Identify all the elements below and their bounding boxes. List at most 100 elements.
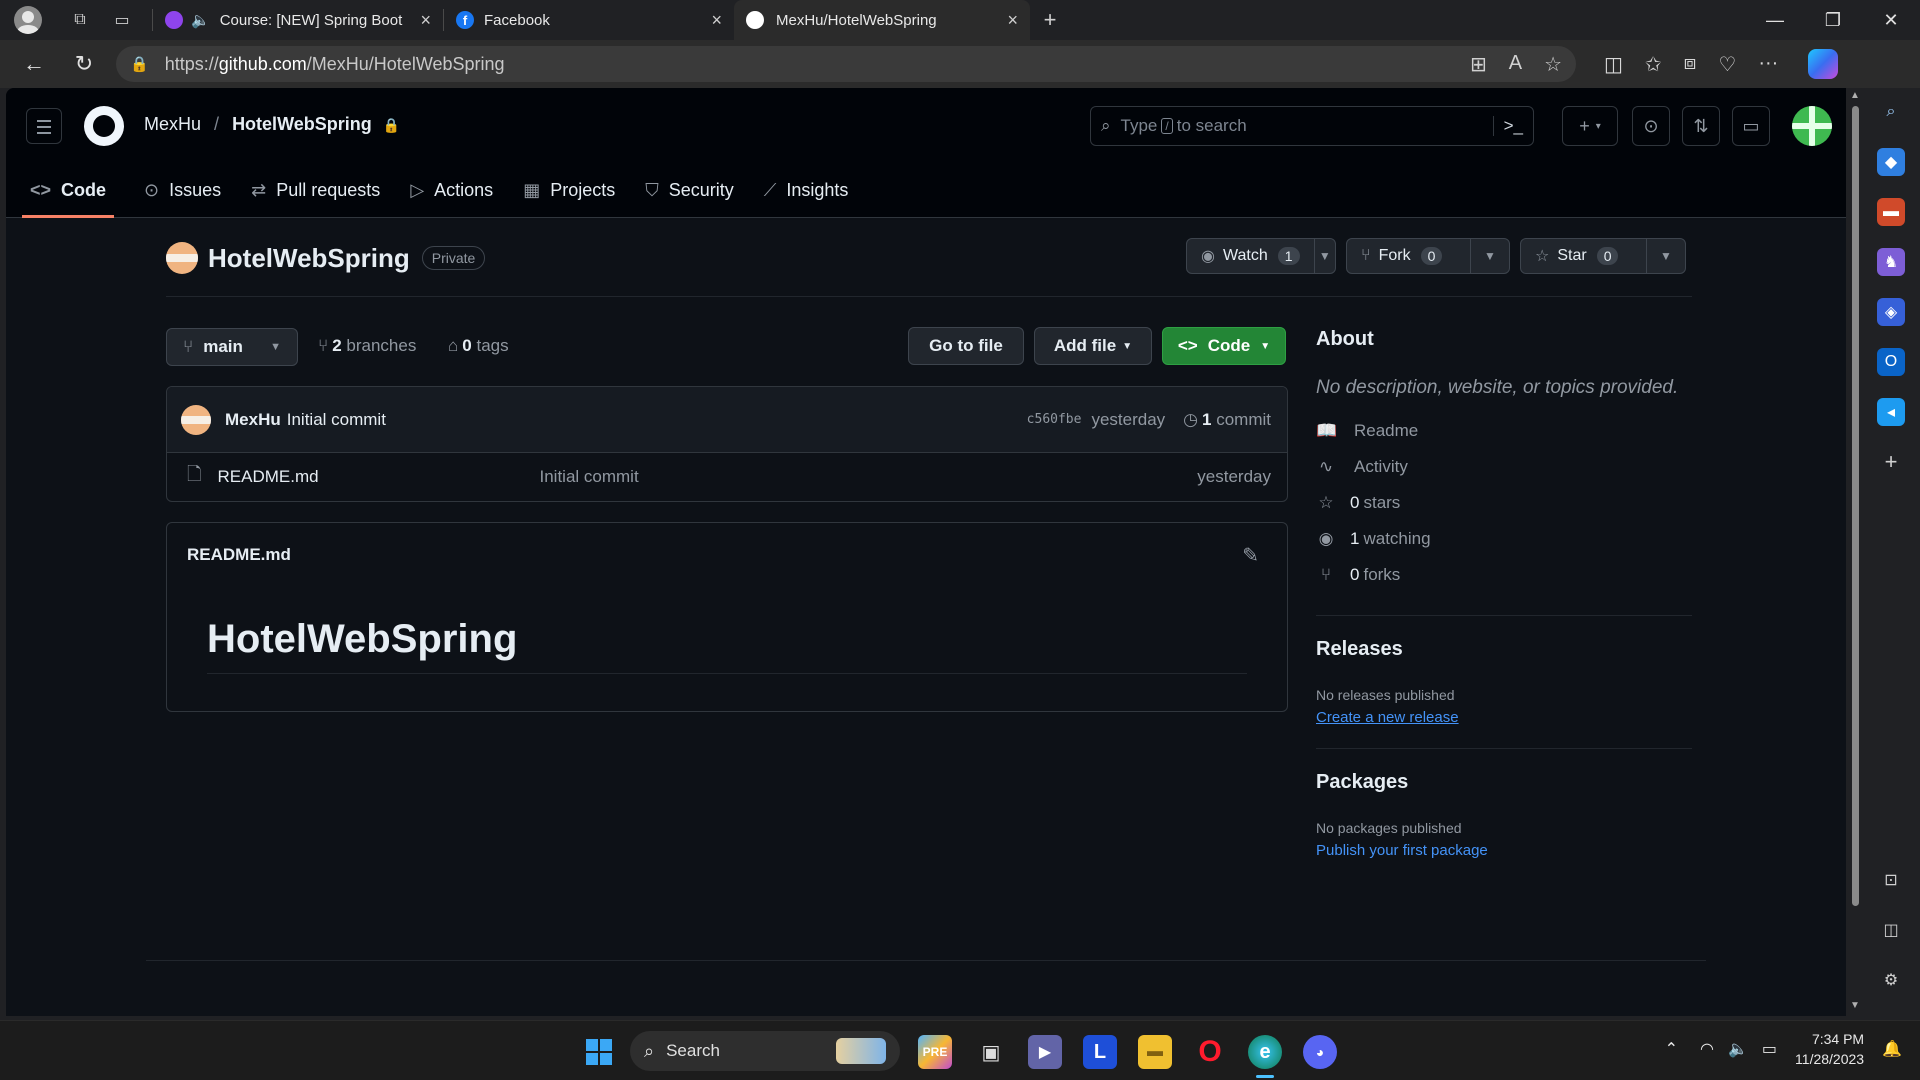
command-palette-icon[interactable]: >_ <box>1492 116 1523 136</box>
settings-icon[interactable]: ⚙ <box>1877 966 1905 994</box>
code-button[interactable]: <> Code ▼ <box>1162 327 1286 365</box>
screenshot-icon[interactable]: ⊡ <box>1877 866 1905 894</box>
drop-icon[interactable]: ◂ <box>1877 398 1905 426</box>
hamburger-menu-icon[interactable] <box>26 108 62 144</box>
volume-icon[interactable]: 🔈 <box>1728 1039 1748 1059</box>
favorites-icon[interactable]: ✩ <box>1645 52 1662 77</box>
author-avatar[interactable] <box>181 404 211 435</box>
read-aloud-icon[interactable]: A <box>1509 52 1522 77</box>
refresh-icon[interactable]: ↻ <box>64 44 104 84</box>
create-release-link[interactable]: Create a new release <box>1316 709 1692 726</box>
tab-code[interactable]: <> Code <box>22 174 115 218</box>
battery-icon[interactable]: ▭ <box>1762 1039 1777 1059</box>
split-screen-icon[interactable]: ◫ <box>1604 52 1623 77</box>
outlook-icon[interactable]: O <box>1877 348 1905 376</box>
copilot-icon[interactable] <box>1808 49 1839 79</box>
add-file-button[interactable]: Add file ▼ <box>1034 327 1152 365</box>
tab-pull-requests[interactable]: ⇄ Pull requests <box>251 174 380 218</box>
task-view-icon[interactable]: ▣ <box>974 1035 1008 1069</box>
github-logo-icon[interactable] <box>84 106 124 146</box>
close-tab-icon[interactable]: × <box>420 10 431 31</box>
branches-link[interactable]: ⑂ 2 branches <box>318 336 416 356</box>
more-menu-icon[interactable]: ··· <box>1758 52 1778 77</box>
inbox-icon[interactable]: ▭ <box>1732 106 1770 146</box>
file-commit-message[interactable]: Initial commit <box>539 467 638 487</box>
wifi-icon[interactable]: ◠ <box>1700 1039 1714 1059</box>
browser-tab-course[interactable]: 🔈 Course: [NEW] Spring Boot × <box>153 0 443 40</box>
chevron-down-icon[interactable]: ▼ <box>1471 249 1509 263</box>
pull-requests-icon[interactable]: ⇅ <box>1682 106 1720 146</box>
collections-icon[interactable]: ⧈ <box>1684 52 1697 77</box>
branch-selector[interactable]: ⑂ main ▼ <box>166 328 298 366</box>
fork-button[interactable]: ⑂ Fork 0 ▼ <box>1346 238 1510 274</box>
user-avatar[interactable] <box>1792 106 1832 146</box>
close-tab-icon[interactable]: × <box>1007 10 1018 31</box>
page-scrollbar[interactable]: ▲ ▼ <box>1848 88 1862 1016</box>
pencil-icon[interactable]: ✎ <box>1242 543 1259 568</box>
go-to-file-button[interactable]: Go to file <box>908 327 1024 365</box>
lock-icon[interactable]: 🔒 <box>130 55 149 73</box>
copilot-sidebar-icon[interactable]: ◈ <box>1877 298 1905 326</box>
packages-title[interactable]: Packages <box>1316 771 1692 794</box>
clock[interactable]: 7:34 PM 11/28/2023 <box>1795 1029 1864 1069</box>
commit-sha[interactable]: c560fbe <box>1027 412 1082 427</box>
issues-icon[interactable]: ⊙ <box>1632 106 1670 146</box>
scroll-up-icon[interactable]: ▲ <box>1850 90 1860 101</box>
discord-icon[interactable]: ◕ <box>1303 1035 1337 1069</box>
star-button[interactable]: ☆ Star 0 ▼ <box>1520 238 1686 274</box>
chevron-down-icon[interactable]: ▼ <box>1315 249 1335 263</box>
create-new-button[interactable]: + ▾ <box>1562 106 1618 146</box>
tab-actions[interactable]: ▷ Actions <box>410 174 493 218</box>
url-field[interactable]: 🔒 https://github.com/MexHu/HotelWebSprin… <box>116 46 1576 82</box>
chevron-up-icon[interactable]: ⌃ <box>1665 1039 1678 1059</box>
watching-link[interactable]: ◉ 1 watching <box>1316 521 1692 557</box>
browser-tab-github[interactable]: MexHu/HotelWebSpring × <box>734 0 1030 40</box>
releases-title[interactable]: Releases <box>1316 638 1692 661</box>
repo-name[interactable]: HotelWebSpring <box>208 243 410 274</box>
tools-icon[interactable]: ▬ <box>1877 198 1905 226</box>
stars-link[interactable]: ☆ 0 stars <box>1316 485 1692 521</box>
commit-author[interactable]: MexHu <box>225 410 281 430</box>
windows-start-icon[interactable] <box>582 1035 616 1069</box>
copilot-preview-icon[interactable]: PRE <box>918 1035 952 1069</box>
taskbar-search[interactable]: ⌕ Search <box>630 1031 900 1071</box>
close-window-icon[interactable]: ✕ <box>1862 10 1920 31</box>
teams-icon[interactable]: ▶ <box>1028 1035 1062 1069</box>
speaker-icon[interactable]: 🔈 <box>191 11 210 29</box>
watch-button[interactable]: ◉ Watch 1 ▼ <box>1186 238 1336 274</box>
browser-profile-avatar[interactable] <box>14 6 42 34</box>
tab-insights[interactable]: ⟋ Insights <box>764 174 849 218</box>
new-tab-icon[interactable]: + <box>1036 6 1064 34</box>
favorite-star-icon[interactable]: ☆ <box>1544 52 1562 77</box>
activity-link[interactable]: ∿ Activity <box>1316 449 1692 485</box>
add-icon[interactable]: + <box>1877 448 1905 476</box>
l-app-icon[interactable]: L <box>1083 1035 1117 1069</box>
back-icon[interactable]: ← <box>14 44 54 84</box>
workspaces-icon[interactable]: ⧉ <box>66 6 94 34</box>
scrollbar-thumb[interactable] <box>1852 106 1859 906</box>
tab-issues[interactable]: ⊙ Issues <box>144 174 221 218</box>
forks-link[interactable]: ⑂ 0 forks <box>1316 557 1692 593</box>
browser-essentials-icon[interactable]: ♡ <box>1718 52 1736 77</box>
restore-icon[interactable]: ❐ <box>1804 10 1862 31</box>
owner-avatar[interactable] <box>166 242 198 274</box>
games-icon[interactable]: ♞ <box>1877 248 1905 276</box>
notification-bell-icon[interactable]: 🔔 <box>1882 1039 1902 1059</box>
tags-link[interactable]: ⌂ 0 tags <box>448 336 509 356</box>
shopping-icon[interactable]: ◆ <box>1877 148 1905 176</box>
scroll-down-icon[interactable]: ▼ <box>1850 1000 1860 1011</box>
browser-tab-facebook[interactable]: f Facebook × <box>444 0 734 40</box>
sidebar-toggle-icon[interactable]: ◫ <box>1877 916 1905 944</box>
tab-security[interactable]: ⛉ Security <box>645 174 734 218</box>
file-explorer-icon[interactable]: ▬ <box>1138 1035 1172 1069</box>
tab-actions-icon[interactable]: ▭ <box>108 6 136 34</box>
list-item[interactable]: 🗋 README.md Initial commit yesterday <box>167 453 1287 501</box>
search-input[interactable]: ⌕ Type / to search >_ <box>1090 106 1534 146</box>
search-icon[interactable]: ⌕ <box>1877 98 1905 126</box>
readme-link[interactable]: 📖 Readme <box>1316 413 1692 449</box>
opera-icon[interactable]: O <box>1193 1035 1227 1069</box>
commit-history-link[interactable]: ◷ 1 commit <box>1183 410 1271 430</box>
chevron-down-icon[interactable]: ▼ <box>1647 249 1685 263</box>
tab-projects[interactable]: ▦ Projects <box>523 174 615 218</box>
repo-link[interactable]: HotelWebSpring <box>232 114 372 134</box>
